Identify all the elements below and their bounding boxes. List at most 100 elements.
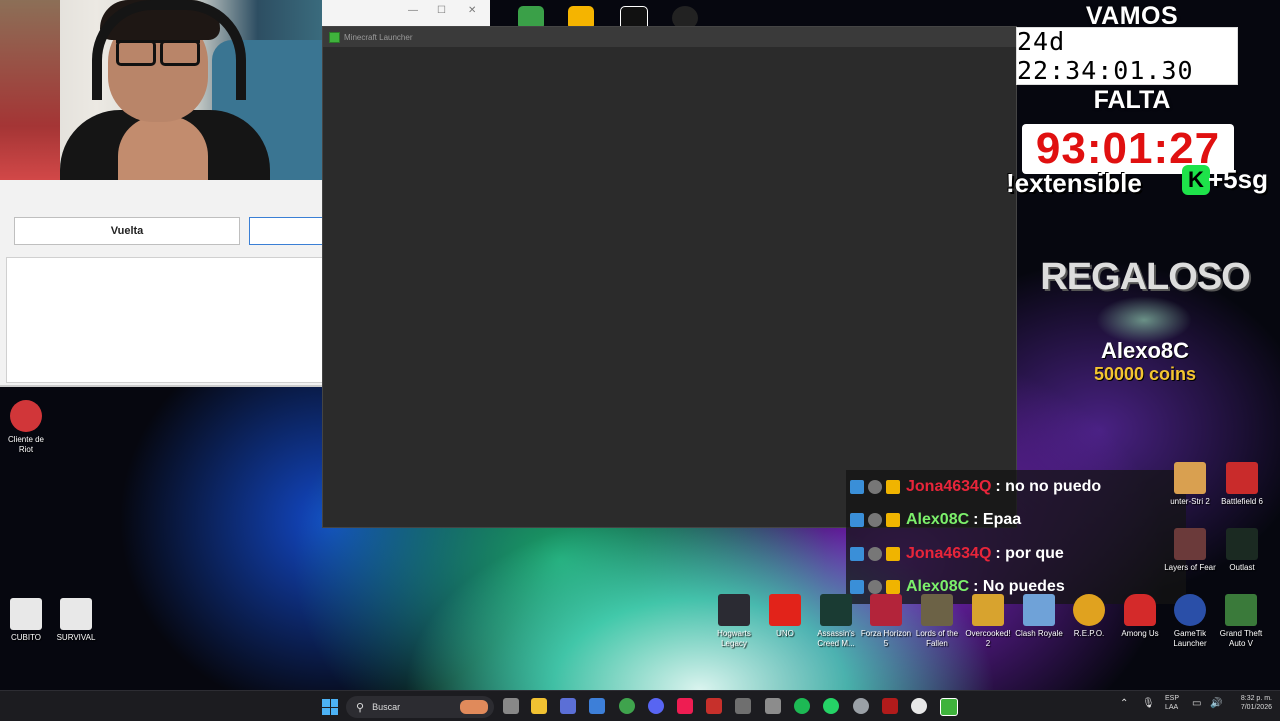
close-button[interactable]: ✕ xyxy=(468,5,476,16)
among-us-icon xyxy=(1124,594,1156,626)
desktop-icon-survival[interactable]: SURVIVAL xyxy=(50,598,102,643)
minecraft-launcher-window[interactable]: Minecraft Launcher xyxy=(322,26,1017,528)
language-indicator[interactable]: ESP LAA xyxy=(1165,694,1179,712)
desktop-icon-among-us[interactable]: Among Us xyxy=(1114,594,1166,639)
gamepad-icon xyxy=(868,580,882,595)
settings-file-icon xyxy=(10,598,42,630)
outlast-icon xyxy=(1226,528,1258,560)
uno-icon xyxy=(769,594,801,626)
assassins-creed-icon xyxy=(820,594,852,626)
desktop-icon-hogwarts[interactable]: Hogwarts Legacy xyxy=(708,594,760,649)
minecraft-icon xyxy=(329,31,340,43)
desktop-icon-overcooked[interactable]: Overcooked! 2 xyxy=(962,594,1014,649)
app-icon[interactable] xyxy=(735,698,751,714)
tiktok-icon[interactable] xyxy=(677,698,693,714)
app-panel: Vuelta xyxy=(0,180,331,387)
volume-icon[interactable]: 🔊 xyxy=(1210,699,1222,709)
chat-username: Alex08C xyxy=(906,511,970,529)
maximize-button[interactable]: ☐ xyxy=(437,5,446,16)
vamos-timer: 24d 22:34:01.30 xyxy=(1016,27,1238,85)
desktop-icon-cubito[interactable]: CUBITO xyxy=(0,598,52,643)
webcam-feed xyxy=(0,0,322,180)
search-box[interactable]: ⚲ Buscar xyxy=(346,696,494,718)
clash-royale-icon xyxy=(1023,594,1055,626)
chat-username: Jona4634Q xyxy=(906,544,992,562)
forza-icon xyxy=(870,594,902,626)
whatsapp-icon[interactable] xyxy=(823,698,839,714)
extensible-command: !extensible xyxy=(1006,168,1142,198)
search-highlight-icon xyxy=(460,700,488,714)
falta-label: FALTA xyxy=(1093,86,1171,114)
launcher-title: Minecraft Launcher xyxy=(344,32,413,42)
chat-text: : no no puedo xyxy=(995,477,1102,495)
app-icon[interactable] xyxy=(882,698,898,714)
chat-overlay: Jona4634Q : no no puedo Alex08C : Epaa J… xyxy=(846,470,1186,604)
tiktok-live-studio-icon[interactable] xyxy=(706,698,722,714)
moderator-icon xyxy=(850,546,864,561)
search-icon: ⚲ xyxy=(356,701,365,714)
layers-of-fear-icon xyxy=(1174,528,1206,560)
clock-app-icon[interactable] xyxy=(911,698,927,714)
gamepad-icon xyxy=(868,513,882,528)
plus-seconds: +5sg xyxy=(1208,164,1268,194)
chat-text: : por que xyxy=(995,544,1064,562)
overcooked-icon xyxy=(972,594,1004,626)
desktop-icon-forza[interactable]: Forza Horizon 5 xyxy=(860,594,912,649)
desktop-icon-counter-strike[interactable]: unter-Stri 2 xyxy=(1164,462,1216,507)
desktop-icon-repo[interactable]: R.E.P.O. xyxy=(1063,594,1115,639)
gametik-icon xyxy=(1174,594,1206,626)
moderator-icon xyxy=(850,479,864,494)
desktop-icon-outlast[interactable]: Outlast xyxy=(1216,528,1268,573)
vuelta-button[interactable]: Vuelta xyxy=(14,217,240,245)
file-explorer-icon[interactable] xyxy=(531,698,547,714)
discord-icon[interactable] xyxy=(648,698,664,714)
store-icon[interactable] xyxy=(589,698,605,714)
microphone-icon[interactable]: 🎙 xyxy=(1142,699,1155,709)
text-area[interactable] xyxy=(6,257,324,383)
gift-coins: 50000 coins xyxy=(1093,364,1197,384)
desktop-icon-gametik[interactable]: GameTik Launcher xyxy=(1164,594,1216,649)
desktop-icon-layers-of-fear[interactable]: Layers of Fear xyxy=(1164,528,1216,573)
chat-message: Alex08C : Epaa xyxy=(846,503,1186,537)
desktop-icon-clash-royale[interactable]: Clash Royale xyxy=(1013,594,1065,639)
network-icon[interactable]: ▭ xyxy=(1192,699,1201,709)
gift-title: REGALOSO xyxy=(1040,256,1250,298)
gta-icon xyxy=(1225,594,1257,626)
secondary-button[interactable] xyxy=(249,217,331,245)
spotify-icon[interactable] xyxy=(794,698,810,714)
desktop-icon-battlefield[interactable]: Battlefield 6 xyxy=(1216,462,1268,507)
minimize-button[interactable]: — xyxy=(408,5,418,16)
battlefield-icon xyxy=(1226,462,1258,494)
windows-start-icon[interactable] xyxy=(322,699,338,715)
chevron-up-icon[interactable]: ⌃ xyxy=(1120,699,1128,709)
app-icon[interactable] xyxy=(560,698,576,714)
settings-icon[interactable] xyxy=(853,698,869,714)
crown-icon xyxy=(886,580,900,595)
desktop-icon-riot[interactable]: Cliente de Riot xyxy=(0,400,52,455)
repo-icon xyxy=(1073,594,1105,626)
settings-file-icon xyxy=(60,598,92,630)
chat-message: Jona4634Q : no no puedo xyxy=(846,470,1186,504)
gamepad-icon xyxy=(868,479,882,494)
counter-strike-icon xyxy=(1174,462,1206,494)
background-window-titlebar: — ☐ ✕ xyxy=(322,0,490,26)
chrome-icon[interactable] xyxy=(619,698,635,714)
gift-image xyxy=(1096,296,1192,344)
moderator-icon xyxy=(850,513,864,528)
desktop-icon-lords[interactable]: Lords of the Fallen xyxy=(911,594,963,649)
desktop-icon-uno[interactable]: UNO xyxy=(759,594,811,639)
gamepad-icon[interactable] xyxy=(765,698,781,714)
hogwarts-icon xyxy=(718,594,750,626)
chat-message: Jona4634Q : por que xyxy=(846,537,1186,571)
gamepad-icon xyxy=(868,546,882,561)
minecraft-launcher-icon[interactable] xyxy=(940,698,958,716)
crown-icon xyxy=(886,479,900,494)
crown-icon xyxy=(886,513,900,528)
task-view-icon[interactable] xyxy=(503,698,519,714)
desktop-icon-assassins[interactable]: Assassin's Creed M... xyxy=(810,594,862,649)
chat-text: : Epaa xyxy=(973,511,1022,529)
desktop-icon-gta[interactable]: Grand Theft Auto V xyxy=(1215,594,1267,649)
clock[interactable]: 8:32 p. m. 7/01/2026 xyxy=(1228,694,1272,712)
launcher-titlebar[interactable]: Minecraft Launcher xyxy=(323,27,1016,47)
taskbar: ⚲ Buscar ⌃ 🎙 ESP LAA ▭ 🔊 8:32 p. m. 7/01… xyxy=(0,690,1280,721)
